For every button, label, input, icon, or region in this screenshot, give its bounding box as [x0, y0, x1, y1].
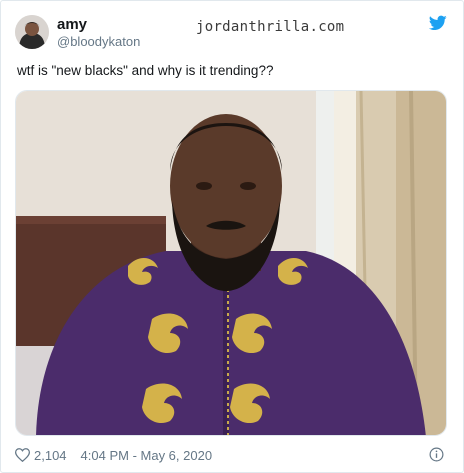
tweet-media-image[interactable] [15, 90, 447, 436]
tweet-footer: 2,104 4:04 PM - May 6, 2020 [14, 447, 213, 463]
like-count[interactable]: 2,104 [34, 448, 67, 463]
info-icon[interactable] [429, 447, 444, 462]
tweet-text: wtf is "new blacks" and why is it trendi… [17, 63, 274, 78]
author-handle[interactable]: @bloodykaton [57, 34, 140, 49]
twitter-bird-icon[interactable] [428, 15, 447, 31]
tweet-timestamp[interactable]: 4:04 PM - May 6, 2020 [81, 448, 213, 463]
tweet-card: amy @bloodykaton jordanthrilla.com wtf i… [0, 0, 464, 473]
avatar[interactable] [15, 15, 49, 49]
author-display-name[interactable]: amy [57, 16, 87, 33]
heart-icon[interactable] [14, 448, 31, 463]
watermark: jordanthrilla.com [196, 19, 345, 35]
